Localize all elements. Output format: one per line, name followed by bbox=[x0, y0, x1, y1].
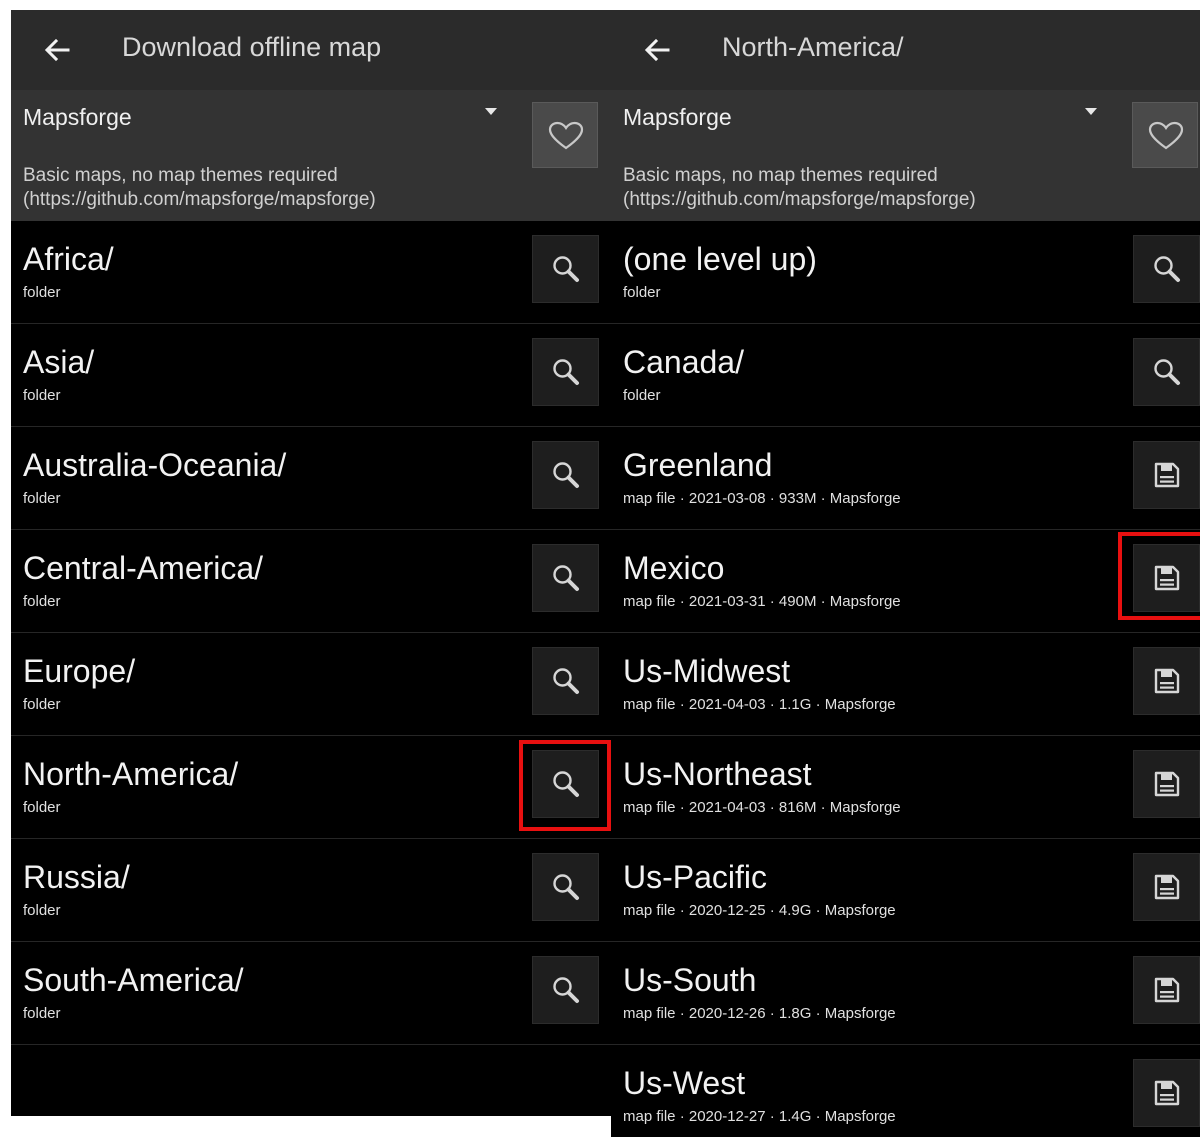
dropdown-caret-icon[interactable] bbox=[1085, 108, 1097, 115]
item-name: Us-Midwest bbox=[623, 653, 791, 689]
item-name: Greenland bbox=[623, 447, 773, 483]
item-name: Us-West bbox=[623, 1065, 746, 1101]
list-item[interactable]: South-America/folder bbox=[11, 942, 611, 1045]
list-item[interactable]: Asia/folder bbox=[11, 324, 611, 427]
description-line: (https://github.com/mapsforge/mapsforge) bbox=[623, 189, 976, 210]
page-title: Download offline map bbox=[122, 32, 382, 62]
item-details: folder bbox=[23, 490, 61, 507]
list-item[interactable]: Europe/folder bbox=[11, 633, 611, 736]
open-folder-button[interactable] bbox=[1133, 338, 1200, 406]
item-details: folder bbox=[23, 1005, 61, 1022]
app-bar: Download offline map bbox=[11, 10, 611, 90]
item-name: North-America/ bbox=[23, 756, 239, 792]
open-folder-button[interactable] bbox=[532, 235, 599, 303]
item-name: Us-Northeast bbox=[623, 756, 812, 792]
download-button[interactable] bbox=[1133, 441, 1200, 509]
open-folder-button[interactable] bbox=[532, 853, 599, 921]
open-folder-button[interactable] bbox=[532, 750, 599, 818]
item-name: Asia/ bbox=[23, 344, 95, 380]
item-name: Canada/ bbox=[623, 344, 744, 380]
description-line: Basic maps, no map themes required bbox=[623, 165, 938, 186]
page-title: North-America/ bbox=[722, 32, 904, 62]
list-item[interactable]: Africa/folder bbox=[11, 221, 611, 324]
item-name: Mexico bbox=[623, 550, 725, 586]
back-arrow-icon[interactable] bbox=[638, 30, 678, 70]
map-list: (one level up) folder Canada/folder Greenla… bbox=[611, 221, 1200, 1137]
open-folder-button[interactable] bbox=[1133, 235, 1200, 303]
heart-icon bbox=[1148, 121, 1184, 150]
item-details: folder bbox=[23, 799, 61, 816]
download-button[interactable] bbox=[1133, 853, 1200, 921]
list-item[interactable]: Central-America/folder bbox=[11, 530, 611, 633]
item-details: map file · 2021-04-03 · 1.1G · Mapsforge bbox=[623, 696, 896, 713]
favorite-button[interactable] bbox=[1132, 102, 1198, 168]
heart-icon bbox=[548, 121, 584, 150]
source-description: Basic maps, no map themes required (http… bbox=[623, 164, 976, 212]
item-name: Us-South bbox=[623, 962, 757, 998]
list-item[interactable]: Us-South map file · 2020-12-26 · 1.8G · M… bbox=[611, 942, 1200, 1045]
list-item[interactable]: Mexico map file · 2021-03-31 · 490M · Map… bbox=[611, 530, 1200, 633]
item-details: map file · 2021-03-31 · 490M · Mapsforge bbox=[623, 593, 901, 610]
list-item[interactable]: Us-Midwest map file · 2021-04-03 · 1.1G ·… bbox=[611, 633, 1200, 736]
item-details: folder bbox=[23, 902, 61, 919]
list-item[interactable]: (one level up) folder bbox=[611, 221, 1200, 324]
open-folder-button[interactable] bbox=[532, 338, 599, 406]
source-description: Basic maps, no map themes required (http… bbox=[23, 164, 376, 212]
item-details: map file · 2021-04-03 · 816M · Mapsforge bbox=[623, 799, 901, 816]
list-item[interactable]: North-America/folder bbox=[11, 736, 611, 839]
description-line: Basic maps, no map themes required bbox=[23, 165, 338, 186]
download-button[interactable] bbox=[1133, 750, 1200, 818]
item-details: map file · 2020-12-26 · 1.8G · Mapsforge bbox=[623, 1005, 896, 1022]
map-list: Africa/folder Asia/folder Australia-Oceani… bbox=[11, 221, 611, 1045]
favorite-button[interactable] bbox=[532, 102, 598, 168]
list-item[interactable]: Us-West map file · 2020-12-27 · 1.4G · Ma… bbox=[611, 1045, 1200, 1137]
description-line: (https://github.com/mapsforge/mapsforge) bbox=[23, 189, 376, 210]
item-details: folder bbox=[623, 284, 661, 301]
download-button[interactable] bbox=[1133, 956, 1200, 1024]
item-details: map file · 2020-12-27 · 1.4G · Mapsforge bbox=[623, 1108, 896, 1125]
item-details: folder bbox=[23, 593, 61, 610]
item-name: (one level up) bbox=[623, 241, 817, 277]
open-folder-button[interactable] bbox=[532, 647, 599, 715]
item-name: Us-Pacific bbox=[623, 859, 768, 895]
item-name: Russia/ bbox=[23, 859, 130, 895]
list-item[interactable]: Greenland map file · 2021-03-08 · 933M · … bbox=[611, 427, 1200, 530]
list-item[interactable]: Us-Pacific map file · 2020-12-25 · 4.9G ·… bbox=[611, 839, 1200, 942]
right-screen: North-America/ Mapsforge Basic maps, no … bbox=[611, 10, 1200, 1137]
item-name: Africa/ bbox=[23, 241, 114, 277]
item-name: Central-America/ bbox=[23, 550, 264, 586]
download-button[interactable] bbox=[1133, 544, 1200, 612]
source-dropdown[interactable]: Mapsforge bbox=[623, 104, 732, 131]
map-source-selector: Mapsforge Basic maps, no map themes requ… bbox=[611, 90, 1200, 221]
item-details: folder bbox=[623, 387, 661, 404]
list-item[interactable]: Russia/folder bbox=[11, 839, 611, 942]
download-button[interactable] bbox=[1133, 647, 1200, 715]
map-source-selector: Mapsforge Basic maps, no map themes requ… bbox=[11, 90, 611, 221]
list-item[interactable]: Us-Northeast map file · 2021-04-03 · 816M… bbox=[611, 736, 1200, 839]
back-arrow-icon[interactable] bbox=[38, 30, 78, 70]
open-folder-button[interactable] bbox=[532, 441, 599, 509]
item-details: map file · 2021-03-08 · 933M · Mapsforge bbox=[623, 490, 901, 507]
app-bar: North-America/ bbox=[611, 10, 1200, 90]
list-item[interactable]: Australia-Oceania/folder bbox=[11, 427, 611, 530]
item-name: Australia-Oceania/ bbox=[23, 447, 287, 483]
open-folder-button[interactable] bbox=[532, 544, 599, 612]
item-details: folder bbox=[23, 284, 61, 301]
item-name: South-America/ bbox=[23, 962, 244, 998]
download-button[interactable] bbox=[1133, 1059, 1200, 1127]
left-screen: Download offline map Mapsforge Basic map… bbox=[11, 10, 611, 1116]
source-dropdown[interactable]: Mapsforge bbox=[23, 104, 132, 131]
dropdown-caret-icon[interactable] bbox=[485, 108, 497, 115]
open-folder-button[interactable] bbox=[532, 956, 599, 1024]
item-name: Europe/ bbox=[23, 653, 136, 689]
item-details: folder bbox=[23, 387, 61, 404]
item-details: folder bbox=[23, 696, 61, 713]
list-item[interactable]: Canada/folder bbox=[611, 324, 1200, 427]
item-details: map file · 2020-12-25 · 4.9G · Mapsforge bbox=[623, 902, 896, 919]
